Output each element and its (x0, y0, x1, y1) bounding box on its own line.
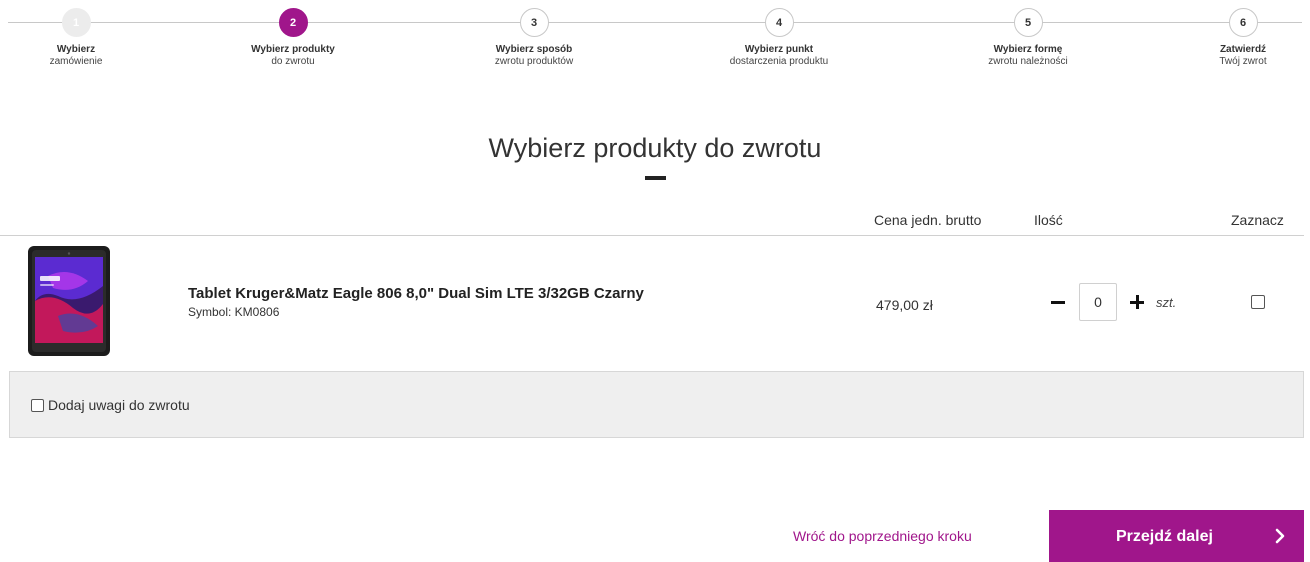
step-3-subtitle: zwrotu produktów (494, 56, 574, 67)
step-6-title: Zatwierdź (1219, 44, 1267, 55)
step-2-subtitle: do zwrotu (271, 56, 315, 67)
step-6-subtitle: Twój zwrot (1219, 56, 1267, 67)
step-5-circle: 5 (1013, 8, 1043, 37)
tablet-product-image (28, 246, 110, 356)
quantity-decrease-button[interactable] (1051, 301, 1065, 304)
select-product-checkbox[interactable] (1251, 295, 1265, 309)
chevron-right-icon (1275, 528, 1285, 544)
step-2-circle: 2 (278, 8, 308, 37)
step-2-title: Wybierz produkty (251, 44, 335, 55)
step-2: 2 Wybierz produkty do zwrotu (213, 8, 373, 68)
step-1-subtitle: zamówienie (49, 56, 103, 67)
back-link[interactable]: Wróć do poprzedniego kroku (793, 528, 972, 544)
quantity-increase-button[interactable] (1130, 295, 1144, 309)
next-step-button[interactable]: Przejdź dalej (1049, 510, 1304, 562)
column-header-quantity: Ilość (1034, 212, 1063, 228)
checkout-stepper: 1 Wybierz zamówienie 2 Wybierz produkty … (0, 0, 1310, 90)
step-1-title: Wybierz (56, 44, 96, 55)
step-3-title: Wybierz sposób (495, 44, 573, 55)
next-step-label: Przejdź dalej (1116, 528, 1213, 545)
step-6-circle: 6 (1228, 8, 1258, 37)
table-header-divider (0, 235, 1304, 236)
quantity-unit: szt. (1156, 295, 1177, 310)
step-4-circle: 4 (764, 8, 794, 37)
page-title: Wybierz produkty do zwrotu (488, 133, 822, 163)
step-3: 3 Wybierz sposób zwrotu produktów (454, 8, 614, 68)
step-4-title: Wybierz punkt (744, 44, 814, 55)
step-3-circle: 3 (519, 8, 549, 37)
column-header-price: Cena jedn. brutto (874, 212, 982, 228)
step-5-title: Wybierz formę (993, 44, 1063, 55)
step-1-circle: 1 (61, 8, 91, 37)
step-4-subtitle: dostarczenia produktu (729, 56, 829, 67)
step-5-subtitle: zwrotu należności (988, 56, 1068, 67)
title-underline (645, 176, 666, 180)
return-notes-bar: Dodaj uwagi do zwrotu (9, 371, 1304, 438)
add-notes-label[interactable]: Dodaj uwagi do zwrotu (48, 397, 190, 413)
step-6: 6 Zatwierdź Twój zwrot (1163, 8, 1310, 68)
step-5: 5 Wybierz formę zwrotu należności (948, 8, 1108, 68)
product-symbol: Symbol: KM0806 (188, 305, 280, 319)
column-header-select: Zaznacz (1231, 212, 1284, 228)
step-4: 4 Wybierz punkt dostarczenia produktu (699, 8, 859, 68)
quantity-input[interactable] (1079, 283, 1117, 321)
step-1[interactable]: 1 Wybierz zamówienie (0, 8, 156, 68)
product-name: Tablet Kruger&Matz Eagle 806 8,0" Dual S… (188, 285, 644, 302)
product-price: 479,00 zł (876, 297, 933, 313)
add-notes-checkbox[interactable] (31, 399, 44, 412)
